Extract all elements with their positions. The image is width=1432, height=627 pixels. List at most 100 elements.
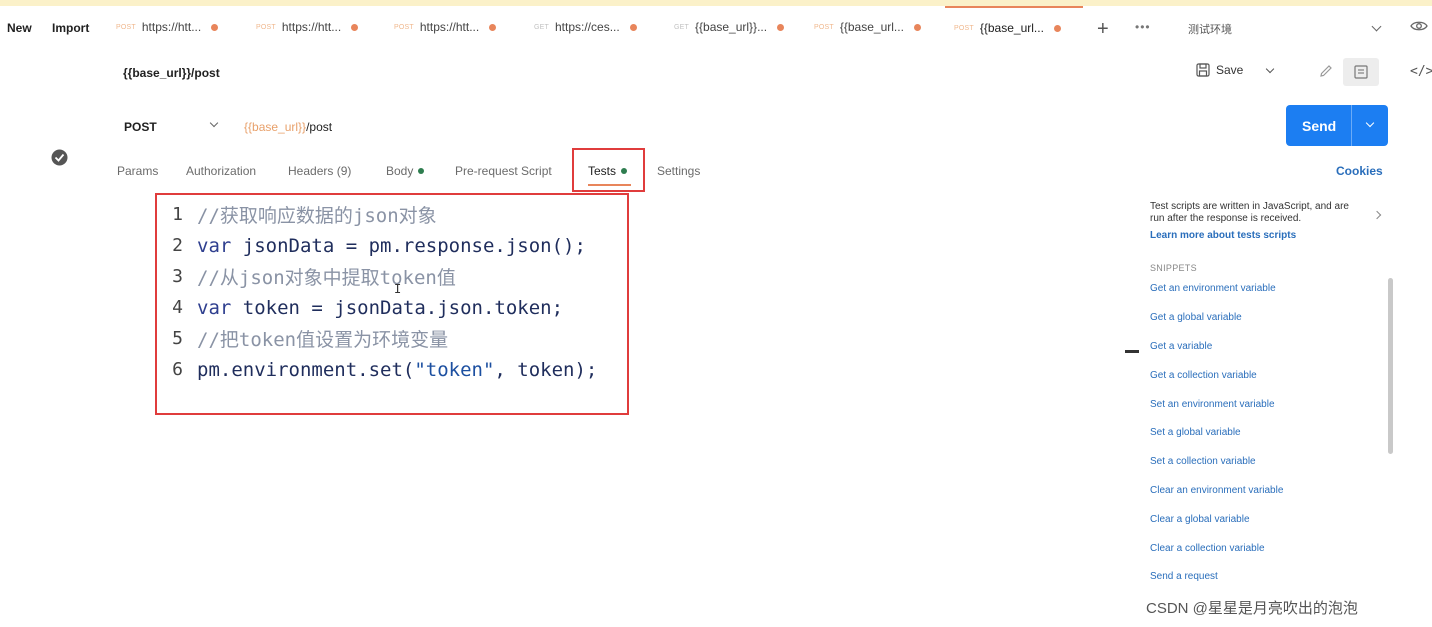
unsaved-dot-icon xyxy=(489,23,497,31)
line-number: 5 xyxy=(172,328,183,349)
tests-code-editor[interactable]: 1 //获取响应数据的json对象 2 var jsonData = pm.re… xyxy=(155,193,629,415)
code-text: , token); xyxy=(494,358,598,381)
snippets-scrollbar[interactable] xyxy=(1388,278,1393,454)
snippet-item[interactable]: Get a variable xyxy=(1150,341,1212,352)
code-line: 6 pm.environment.set("token", token); xyxy=(157,354,597,385)
watermark: CSDN @星星是月亮吹出的泡泡 xyxy=(1146,600,1358,617)
send-button[interactable]: Send xyxy=(1286,105,1388,146)
chevron-right-icon[interactable] xyxy=(1372,210,1382,220)
new-button[interactable]: New xyxy=(7,21,32,35)
tab-label: https://htt... xyxy=(281,20,342,34)
code-snippet-icon[interactable]: </> xyxy=(1410,64,1432,79)
unsaved-dot-icon xyxy=(211,23,219,31)
code-text: token = jsonData.json.token; xyxy=(231,296,564,319)
document-icon xyxy=(1354,65,1368,79)
snippet-item[interactable]: Get an environment variable xyxy=(1150,283,1276,294)
url-path: /post xyxy=(306,120,333,134)
tab-method: GET xyxy=(534,23,549,31)
code-keyword: var xyxy=(197,296,232,319)
snippet-item[interactable]: Clear a global variable xyxy=(1150,514,1250,525)
unsaved-dot-icon xyxy=(777,23,785,31)
line-number: 2 xyxy=(172,235,183,256)
tab-params[interactable]: Params xyxy=(117,164,158,178)
more-tabs-icon[interactable]: ••• xyxy=(1135,20,1151,34)
request-tab[interactable]: GET https://ces... xyxy=(534,6,637,48)
tab-label: {{base_url}}... xyxy=(695,20,768,34)
code-line: 1 //获取响应数据的json对象 xyxy=(157,199,436,230)
check-circle-icon xyxy=(51,149,68,166)
tab-method: POST xyxy=(814,23,834,31)
save-button[interactable]: Save xyxy=(1196,63,1275,77)
snippet-item[interactable]: Send a request xyxy=(1150,571,1218,582)
tab-method: POST xyxy=(116,23,136,31)
line-number: 1 xyxy=(172,204,183,225)
line-number: 6 xyxy=(172,359,183,380)
snippet-item[interactable]: Get a global variable xyxy=(1150,312,1242,323)
add-tab-plus-icon[interactable]: + xyxy=(1097,19,1109,39)
code-text: pm.environment.set( xyxy=(197,358,415,381)
status-dot-icon xyxy=(418,168,425,174)
code-line: 3 //从json对象中提取token值 xyxy=(157,261,456,292)
tab-pre-request-script[interactable]: Pre-request Script xyxy=(455,164,552,178)
code-string: "token" xyxy=(414,358,495,381)
request-name[interactable]: {{base_url}}/post xyxy=(123,66,220,80)
panel-resize-handle[interactable] xyxy=(1125,350,1139,353)
snippet-item[interactable]: Set a collection variable xyxy=(1150,456,1256,467)
tab-label: {{base_url... xyxy=(839,20,904,34)
code-comment: //从json对象中提取token值 xyxy=(197,267,456,289)
tab-authorization[interactable]: Authorization xyxy=(186,164,256,178)
unsaved-dot-icon xyxy=(629,23,637,31)
request-tab[interactable]: POST {{base_url... xyxy=(814,6,921,48)
chevron-down-icon[interactable] xyxy=(1371,21,1382,32)
chevron-down-icon[interactable] xyxy=(209,118,219,128)
tab-strip: New Import POST https://htt... POST http… xyxy=(0,6,1432,48)
environment-select[interactable]: 测试环境 xyxy=(1188,21,1232,37)
learn-more-link[interactable]: Learn more about tests scripts xyxy=(1150,230,1296,241)
tests-tab-highlight xyxy=(572,148,645,192)
tab-label: https://htt... xyxy=(419,20,480,34)
save-icon xyxy=(1196,63,1210,77)
snippet-item[interactable]: Get a collection variable xyxy=(1150,370,1257,381)
snippet-item[interactable]: Clear an environment variable xyxy=(1150,485,1283,496)
unsaved-dot-icon xyxy=(1053,24,1061,32)
line-number: 3 xyxy=(172,266,183,287)
request-tab[interactable]: GET {{base_url}}... xyxy=(674,6,785,48)
cookies-link[interactable]: Cookies xyxy=(1336,164,1383,178)
tab-settings[interactable]: Settings xyxy=(657,164,700,178)
code-line: 2 var jsonData = pm.response.json(); xyxy=(157,230,586,261)
request-tab[interactable]: POST https://htt... xyxy=(256,6,359,48)
code-comment: //把token值设置为环境变量 xyxy=(197,329,449,351)
chevron-down-icon[interactable] xyxy=(1365,118,1375,128)
tab-body[interactable]: Body xyxy=(386,164,425,178)
tab-body-label: Body xyxy=(386,164,414,178)
code-text: jsonData = pm.response.json(); xyxy=(231,234,586,257)
chevron-down-icon[interactable] xyxy=(1266,64,1275,73)
unsaved-dot-icon xyxy=(351,23,359,31)
url-input[interactable]: {{base_url}}/post xyxy=(244,120,332,134)
request-tab[interactable]: POST https://htt... xyxy=(116,6,219,48)
tests-info-text: Test scripts are written in JavaScript, … xyxy=(1150,201,1349,224)
tab-method: POST xyxy=(394,23,414,31)
snippet-item[interactable]: Set a global variable xyxy=(1150,427,1241,438)
eye-icon[interactable] xyxy=(1410,20,1428,32)
code-line: 5 //把token值设置为环境变量 xyxy=(157,323,448,354)
import-button[interactable]: Import xyxy=(52,21,89,35)
line-number: 4 xyxy=(172,297,183,318)
text-cursor-icon: I xyxy=(394,282,402,296)
request-tab[interactable]: POST https://htt... xyxy=(394,6,497,48)
send-divider xyxy=(1351,105,1352,146)
url-variable: {{base_url}} xyxy=(244,120,307,134)
tab-label: https://ces... xyxy=(555,20,620,34)
snippet-item[interactable]: Clear a collection variable xyxy=(1150,543,1265,554)
tab-method: POST xyxy=(954,24,974,32)
pencil-icon[interactable] xyxy=(1318,63,1334,79)
tab-method: GET xyxy=(674,23,689,31)
send-label: Send xyxy=(1302,118,1337,134)
tab-label: https://htt... xyxy=(141,20,202,34)
method-select[interactable]: POST xyxy=(124,120,157,134)
snippet-item[interactable]: Set an environment variable xyxy=(1150,399,1275,410)
documentation-button[interactable] xyxy=(1343,58,1379,86)
tab-headers[interactable]: Headers (9) xyxy=(288,164,351,178)
request-tab-active[interactable]: POST {{base_url... xyxy=(945,6,1083,48)
tab-label: {{base_url... xyxy=(979,21,1044,35)
